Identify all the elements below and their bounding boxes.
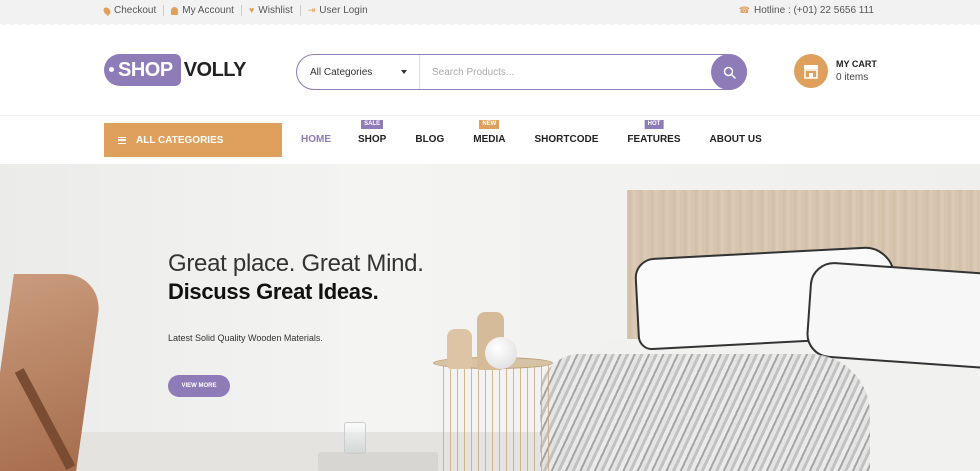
nav-item-label: SHORTCODE	[534, 134, 599, 145]
cart-count: 0 items	[836, 72, 869, 83]
nav-item-blog[interactable]: BLOG	[415, 134, 444, 145]
wishlist-link[interactable]: ♥ Wishlist	[249, 5, 293, 16]
pillow-image	[804, 260, 980, 370]
login-icon: ⇥	[307, 5, 316, 15]
user-icon	[171, 6, 179, 15]
side-table-frame	[437, 363, 549, 471]
nav-item-shop[interactable]: SALE SHOP	[358, 120, 387, 145]
side-table-image	[433, 357, 553, 471]
hero-subtext: Latest Solid Quality Wooden Materials.	[168, 333, 323, 343]
my-account-label: My Account	[182, 5, 234, 16]
nav-item-media[interactable]: NEW MEDIA	[473, 120, 506, 145]
nav-menu: HOME SALE SHOP BLOG NEW MEDIA SHORTCODE …	[301, 120, 762, 145]
divider	[240, 5, 242, 16]
heart-icon: ♥	[248, 5, 255, 15]
nav-item-label: BLOG	[415, 134, 445, 145]
site-header: SHOP VOLLY All Categories MY CART 0 item…	[0, 24, 980, 116]
hot-badge: HOT	[644, 120, 664, 129]
nav-item-about-us[interactable]: ABOUT US	[710, 134, 762, 145]
vase-image	[447, 329, 472, 369]
decor-ball-image	[485, 337, 517, 369]
menu-icon	[118, 136, 126, 144]
nav-item-label: FEATURES	[627, 134, 681, 145]
category-select-value: All Categories	[310, 66, 373, 78]
all-categories-button[interactable]: ALL CATEGORIES	[104, 123, 282, 157]
top-bar: Checkout My Account ♥ Wishlist ⇥ User Lo…	[0, 0, 980, 27]
nav-item-home[interactable]: HOME	[301, 134, 331, 145]
wishlist-label: Wishlist	[258, 5, 293, 16]
my-account-link[interactable]: My Account	[171, 5, 234, 16]
nav-item-shortcode[interactable]: SHORTCODE	[534, 134, 598, 145]
checkout-link[interactable]: Checkout	[102, 5, 157, 16]
cart-info: MY CART 0 items	[836, 59, 877, 83]
top-links: Checkout My Account ♥ Wishlist ⇥ User Lo…	[102, 5, 368, 16]
glass-image	[344, 422, 366, 454]
category-select[interactable]: All Categories	[297, 55, 420, 89]
cart-widget[interactable]: MY CART 0 items	[794, 54, 877, 88]
search-icon	[723, 66, 736, 79]
user-login-label: User Login	[319, 5, 368, 16]
hero-banner: Great place. Great Mind. Discuss Great I…	[0, 164, 980, 471]
hero-headline-bold: Discuss Great Ideas.	[168, 279, 379, 304]
divider	[299, 5, 301, 16]
logo-tag: SHOP	[104, 54, 181, 86]
hotline: ☎ Hotline : (+01) 22 5656 111	[739, 5, 874, 16]
view-more-button[interactable]: VIEW MORE	[168, 375, 230, 397]
chevron-down-icon	[401, 70, 407, 74]
nav-item-label: MEDIA	[473, 134, 506, 145]
nav-item-features[interactable]: HOT FEATURES	[627, 120, 681, 145]
new-badge: NEW	[479, 120, 500, 129]
hero-headline-light: Great place. Great Mind.	[168, 250, 424, 277]
shop-icon	[804, 64, 818, 79]
cart-title: MY CART	[836, 59, 877, 69]
search-bar: All Categories	[296, 54, 747, 90]
tray-image	[318, 452, 438, 471]
nav-item-label: HOME	[301, 134, 331, 145]
phone-icon: ☎	[738, 5, 750, 15]
logo[interactable]: SHOP VOLLY	[104, 53, 247, 87]
search-button[interactable]	[711, 54, 747, 90]
location-pin-icon	[102, 5, 112, 16]
checkout-label: Checkout	[114, 5, 157, 16]
cart-icon-circle	[794, 54, 828, 88]
search-input[interactable]	[420, 55, 746, 89]
logo-text: VOLLY	[183, 58, 247, 81]
sale-badge: SALE	[361, 120, 384, 129]
hotline-text: Hotline : (+01) 22 5656 111	[754, 5, 874, 16]
blanket-image	[540, 354, 870, 471]
nav-item-label: ABOUT US	[709, 134, 762, 145]
user-login-link[interactable]: ⇥ User Login	[308, 5, 368, 16]
divider	[163, 5, 165, 16]
main-nav: ALL CATEGORIES HOME SALE SHOP BLOG NEW M…	[0, 116, 980, 164]
nav-item-label: SHOP	[358, 134, 387, 145]
all-categories-label: ALL CATEGORIES	[136, 134, 224, 146]
